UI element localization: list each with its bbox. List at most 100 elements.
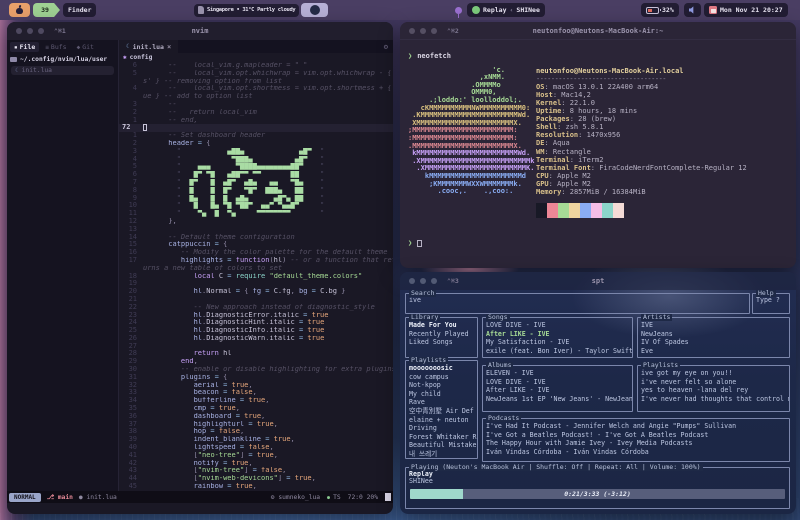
apple-menu-button[interactable] [9, 3, 30, 17]
list-item[interactable]: exile (feat. Bon Iver) - Taylor Swift, [483, 347, 632, 356]
zoom-button[interactable] [38, 28, 44, 34]
library-box[interactable]: LibraryMade For YouRecently PlayedLiked … [405, 317, 478, 358]
search-box[interactable]: Search ive [405, 293, 750, 314]
list-item[interactable]: Eve [638, 347, 789, 356]
apple-ascii-logo: 'c. ,xNMM. .OMMMMo OMMM0, .;loddo:' lool… [408, 67, 536, 197]
code-line: 22 -- New approach instead of diagnostic… [119, 304, 393, 312]
list-item[interactable]: Driving [406, 424, 477, 433]
line-number [119, 93, 143, 101]
list-item[interactable]: Rave [406, 398, 477, 407]
list-item[interactable]: yes to heaven -lana del rey [638, 386, 789, 395]
neotree-file-initlua[interactable]: ☾init.lua [11, 66, 114, 75]
list-item[interactable]: My child [406, 390, 477, 399]
now-playing-widget[interactable]: Replay ‹ SHINee [467, 3, 545, 17]
traffic-lights[interactable] [409, 278, 437, 284]
artists-box[interactable]: ArtistsIVENewJeansIV Of SpadesEve [637, 317, 790, 358]
space-indicator[interactable]: 39 [33, 3, 60, 17]
progress-bar[interactable]: 0:21/3:33 (-3:12) [410, 489, 785, 499]
buffer-tab-initlua[interactable]: ☾ init.lua × [119, 40, 178, 53]
nvim-window: ⌃⌘1 nvim ▪File≡Bufs◆Git ~/.config/nvim/l… [7, 22, 393, 514]
palette-row [536, 211, 788, 219]
albums-label: Albums [486, 362, 513, 369]
tree-tab-bufs[interactable]: ≡Bufs [41, 42, 70, 52]
minimize-button[interactable] [420, 28, 426, 34]
traffic-lights[interactable] [409, 28, 437, 34]
list-item[interactable]: ELEVEN - IVE [483, 369, 632, 378]
list-item[interactable]: IVE [638, 321, 789, 330]
list-item[interactable]: I've Had It Podcast - Jennifer Welch and… [483, 422, 789, 431]
battery-widget[interactable]: 32% [641, 3, 679, 17]
tabbar-gear-icon[interactable]: ⚙ [384, 43, 393, 51]
albums-box[interactable]: AlbumsELEVEN - IVELOVE DIVE - IVEAfter L… [482, 365, 633, 412]
list-item[interactable]: LOVE DIVE - IVE [483, 321, 632, 330]
tree-tab-git[interactable]: ◆Git [73, 42, 98, 52]
clock-widget[interactable]: Mon Nov 21 20:27 [704, 3, 788, 17]
playlists-box[interactable]: Playlistsmooooooosiccow campusNot-kpopMy… [405, 360, 478, 459]
tree-tab-file[interactable]: ▪File [10, 42, 39, 52]
terminal-content[interactable]: ❯neofetch 'c. ,xNMM. .OMMMMo OMMM0, .;lo… [400, 40, 796, 248]
focus-toggle[interactable] [301, 3, 328, 17]
now-playing-box[interactable]: Playing (Neuton's MacBook Air | Shuffle:… [405, 467, 790, 509]
list-item[interactable]: IV Of Spades [638, 338, 789, 347]
code-text: aerial = true, [143, 382, 393, 390]
pin-widget[interactable] [451, 3, 465, 17]
list-item[interactable]: Recently Played [406, 330, 477, 339]
help-box[interactable]: Help Type ? [752, 293, 790, 314]
statusline-file-label: init.lua [87, 494, 117, 501]
minimize-button[interactable] [420, 278, 426, 284]
list-item[interactable]: Not-kpop [406, 381, 477, 390]
list-item[interactable]: My Satisfaction - IVE [483, 338, 632, 347]
code-line: 9 " █▄ █ █ ▄█▄ ▄█▀▄ ██ " [119, 195, 393, 203]
list-item[interactable]: elaine + neuton [406, 416, 477, 425]
list-item[interactable]: 空中青別墅 Air Def [406, 407, 477, 416]
line-number: 5 [119, 70, 143, 78]
podcasts-box[interactable]: PodcastsI've Had It Podcast - Jennifer W… [482, 418, 790, 462]
close-button[interactable] [16, 28, 22, 34]
treesitter-label: TS [327, 494, 341, 501]
list-item[interactable]: ive got my eye on you!! [638, 369, 789, 378]
close-button[interactable] [409, 28, 415, 34]
close-button[interactable] [409, 278, 415, 284]
list-item[interactable]: The Happy Hour with Jamie Ivey - Ivey Me… [483, 439, 789, 448]
search-input[interactable]: ive [406, 294, 749, 306]
list-item[interactable]: Forest Whitaker Ra [406, 433, 477, 442]
spt-titlebar[interactable]: ⌃⌘3 spt [400, 272, 796, 290]
speaker-icon [689, 6, 696, 14]
list-item[interactable]: 내 쓰레기 [406, 450, 477, 459]
statusline-file: ● init.lua [79, 494, 117, 501]
list-item[interactable]: I've Got a Beatles Podcast! - I've Got A… [483, 431, 789, 440]
list-item[interactable]: mooooooosic [406, 364, 477, 373]
code-text: [​"neo-tree"] = true, [143, 452, 393, 460]
list-item[interactable]: I've never had thoughts that control me [638, 395, 789, 404]
tab-close-icon[interactable]: × [167, 43, 171, 51]
list-item[interactable]: Made For You [406, 321, 477, 330]
list-item[interactable]: Liked Songs [406, 338, 477, 347]
terminal-titlebar[interactable]: ⌃⌘2 neutonfoo@Neutons-MacBook-Air:~ [400, 22, 796, 40]
nvim-titlebar[interactable]: ⌃⌘1 nvim [7, 22, 393, 40]
code-line: 38 hop = false, [119, 428, 393, 436]
list-item[interactable]: NewJeans [638, 330, 789, 339]
zoom-button[interactable] [431, 28, 437, 34]
tree-tab-icon: ◆ [77, 44, 81, 51]
code-line: 8 " █ █ █▀ ▀█▀ ███▄ ██ " [119, 187, 393, 195]
list-item[interactable]: cow campus [406, 373, 477, 382]
list-item[interactable]: LOVE DIVE - IVE [483, 378, 632, 387]
neotree-root-path[interactable]: ~/.config/nvim/lua/user [7, 54, 118, 65]
weather-widget[interactable]: Singapore • 31°C Partly cloudy [194, 4, 299, 17]
list-item[interactable]: NewJeans 1st EP 'New Jeans' - NewJeans [483, 395, 632, 404]
code-line: 2 -- return local_vim [119, 109, 393, 117]
code-buffer[interactable]: 6 -- local_vim.g.mapleader = " "5 -- loc… [119, 62, 393, 491]
list-item[interactable]: After LIKE - IVE [483, 386, 632, 395]
playlists-results-box[interactable]: Playlistsive got my eye on you!!i've nev… [637, 365, 790, 412]
volume-widget[interactable] [684, 3, 701, 17]
playlists-label: Playlists [409, 357, 448, 364]
zoom-button[interactable] [431, 278, 437, 284]
list-item[interactable]: Iván Vindas Córdoba - Iván Vindas Córdob… [483, 448, 789, 457]
list-item[interactable]: Beautiful Mistakes [406, 441, 477, 450]
minimize-button[interactable] [27, 28, 33, 34]
traffic-lights[interactable] [16, 28, 44, 34]
songs-box[interactable]: SongsLOVE DIVE - IVEAfter LIKE - IVEMy S… [482, 317, 633, 358]
active-app-name[interactable]: Finder [63, 3, 96, 17]
list-item[interactable]: i've never felt so alone [638, 378, 789, 387]
list-item[interactable]: After LIKE - IVE [483, 330, 632, 339]
